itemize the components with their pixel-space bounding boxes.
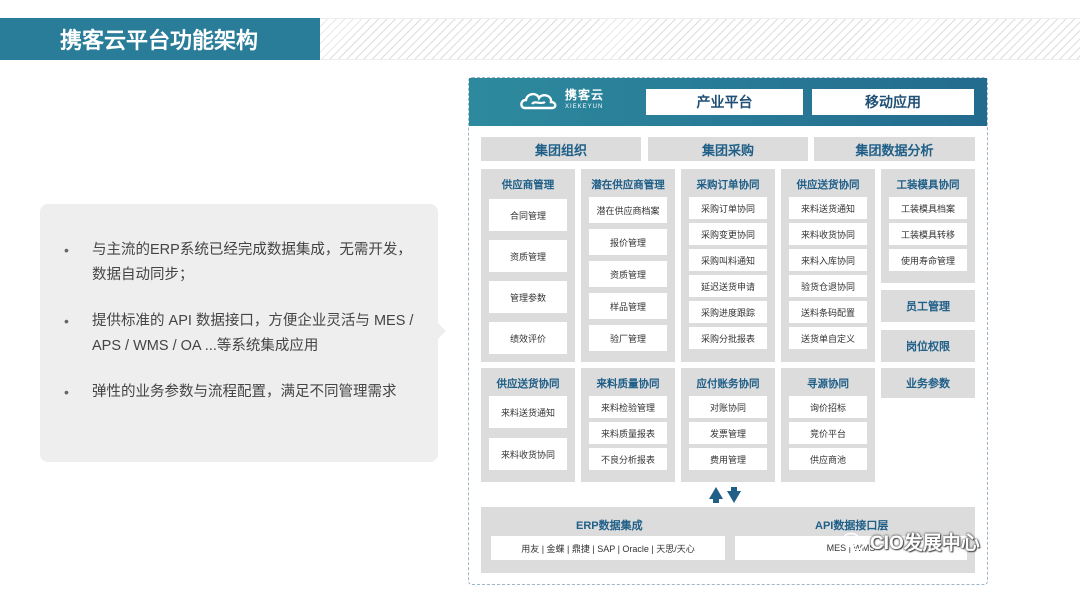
module-item: 供应商池 [789, 448, 867, 470]
module-item: 来料收货协同 [789, 223, 867, 245]
module-item: 验厂管理 [589, 325, 667, 351]
erp-integration-title: ERP数据集成 [576, 520, 643, 532]
module-item: 来料入库协同 [789, 249, 867, 271]
logo-name: 携客云 [565, 88, 605, 102]
module-item: 工装模具档案 [889, 197, 967, 219]
erp-systems-list: 用友 | 金蝶 | 鼎捷 | SAP | Oracle | 天思/天心 [491, 536, 725, 560]
group-purchase-bar: 集团采购 [648, 137, 808, 161]
module-title: 供应商管理 [501, 179, 555, 191]
module-item: 采购叫料通知 [689, 249, 767, 271]
logo-subtitle: XIEKEYUN [565, 104, 604, 110]
watermark-text: CIO发展中心 [870, 533, 980, 554]
bullet-item: • 与主流的ERP系统已经完成数据集成，无需开发，数据自动同步； [40, 238, 438, 288]
module-item: 采购进度跟踪 [689, 301, 767, 323]
module-item: 来料收货协同 [489, 438, 567, 470]
module-item: 对账协同 [689, 396, 767, 418]
delivery-collaboration-module-2: 供应送货协同 来料送货通知 来料收货协同 [481, 368, 575, 482]
bullet-item: • 弹性的业务参数与流程配置，满足不同管理需求 [40, 380, 438, 405]
slide-title-banner: 携客云平台功能架构 [0, 18, 320, 60]
module-title: 供应送货协同 [496, 378, 560, 390]
module-item: 资质管理 [489, 240, 567, 272]
data-flow-arrows [709, 487, 741, 503]
architecture-diagram: 携客云 XIEKEYUN 产业平台 移动应用 集团组织 集团采购 集团数据分析 … [468, 77, 988, 585]
xiekeyun-logo: 携客云 XIEKEYUN [519, 89, 604, 113]
module-title: 来料质量协同 [596, 378, 660, 390]
module-item: 样品管理 [589, 293, 667, 319]
arrow-up-icon [709, 487, 723, 503]
bullet-text: 与主流的ERP系统已经完成数据集成，无需开发，数据自动同步； [92, 242, 412, 283]
module-item: 验货仓退协同 [789, 275, 867, 297]
module-item: 绩效评价 [489, 322, 567, 354]
module-title: 应付账务协同 [696, 378, 760, 390]
bullet-marker: • [64, 242, 69, 258]
quality-collaboration-module: 来料质量协同 来料检验管理 来料质量报表 不良分析报表 [581, 368, 675, 482]
module-item: 资质管理 [589, 261, 667, 287]
cloud-logo-icon [520, 92, 557, 110]
module-item: 不良分析报表 [589, 448, 667, 470]
module-item: 合同管理 [489, 199, 567, 231]
module-item: 使用寿命管理 [889, 249, 967, 271]
module-title: 供应送货协同 [796, 179, 860, 191]
bullet-marker: • [64, 313, 69, 329]
diagram-header: 携客云 XIEKEYUN 产业平台 移动应用 [469, 78, 987, 126]
module-title: 寻源协同 [807, 378, 849, 390]
wechat-watermark: CIO发展中心 [842, 528, 980, 555]
slide-title: 携客云平台功能架构 [60, 28, 259, 53]
tooling-module: 工装模具协同 工装模具档案 工装模具转移 使用寿命管理 [881, 169, 975, 283]
module-title: 潜在供应商管理 [591, 179, 665, 191]
title-hatch-decoration [320, 18, 1080, 60]
module-item: 竞价平台 [789, 422, 867, 444]
feature-bullets-card: • 与主流的ERP系统已经完成数据集成，无需开发，数据自动同步； • 提供标准的 A… [40, 204, 446, 462]
bullet-item: • 提供标准的 API 数据接口，方便企业灵活与 MES / APS / WMS … [40, 309, 438, 359]
module-title: 采购订单协同 [696, 179, 760, 191]
group-analytics-bar: 集团数据分析 [814, 137, 975, 161]
module-item: 费用管理 [689, 448, 767, 470]
supplier-management-module: 供应商管理 合同管理 资质管理 管理参数 绩效评价 [481, 169, 575, 362]
module-item: 送货单自定义 [789, 327, 867, 349]
industry-platform-box: 产业平台 [646, 89, 803, 115]
module-item: 潜在供应商档案 [589, 197, 667, 223]
module-item: 询价招标 [789, 396, 867, 418]
mobile-app-box: 移动应用 [812, 89, 974, 115]
arrow-down-icon [727, 487, 741, 503]
po-collaboration-module: 采购订单协同 采购订单协同 采购变更协同 采购叫料通知 延迟送货申请 采购进度跟… [681, 169, 775, 362]
module-item: 管理参数 [489, 281, 567, 313]
role-permission-box: 岗位权限 [881, 330, 975, 362]
group-org-bar: 集团组织 [481, 137, 641, 161]
payable-collaboration-module: 应付账务协同 对账协同 发票管理 费用管理 [681, 368, 775, 482]
module-item: 延迟送货申请 [689, 275, 767, 297]
module-item: 报价管理 [589, 229, 667, 255]
bullet-text: 弹性的业务参数与流程配置，满足不同管理需求 [92, 384, 397, 400]
staff-management-box: 员工管理 [881, 290, 975, 322]
bullet-text: 提供标准的 API 数据接口，方便企业灵活与 MES / APS / WMS /… [92, 313, 414, 354]
potential-supplier-module: 潜在供应商管理 潜在供应商档案 报价管理 资质管理 样品管理 验厂管理 [581, 169, 675, 362]
business-params-box: 业务参数 [881, 368, 975, 398]
module-title: 工装模具协同 [896, 179, 960, 191]
card-pointer-arrow [437, 322, 446, 340]
wechat-icon [842, 532, 865, 550]
delivery-collaboration-module: 供应送货协同 来料送货通知 来料收货协同 来料入库协同 验货仓退协同 送料条码配… [781, 169, 875, 362]
module-item: 来料送货通知 [489, 396, 567, 428]
module-item: 送料条码配置 [789, 301, 867, 323]
module-item: 采购变更协同 [689, 223, 767, 245]
module-item: 采购订单协同 [689, 197, 767, 219]
module-item: 来料检验管理 [589, 396, 667, 418]
module-item: 来料送货通知 [789, 197, 867, 219]
module-item: 发票管理 [689, 422, 767, 444]
sourcing-collaboration-module: 寻源协同 询价招标 竞价平台 供应商池 [781, 368, 875, 482]
bullet-marker: • [64, 384, 69, 400]
module-item: 来料质量报表 [589, 422, 667, 444]
module-item: 采购分批报表 [689, 327, 767, 349]
module-item: 工装模具转移 [889, 223, 967, 245]
